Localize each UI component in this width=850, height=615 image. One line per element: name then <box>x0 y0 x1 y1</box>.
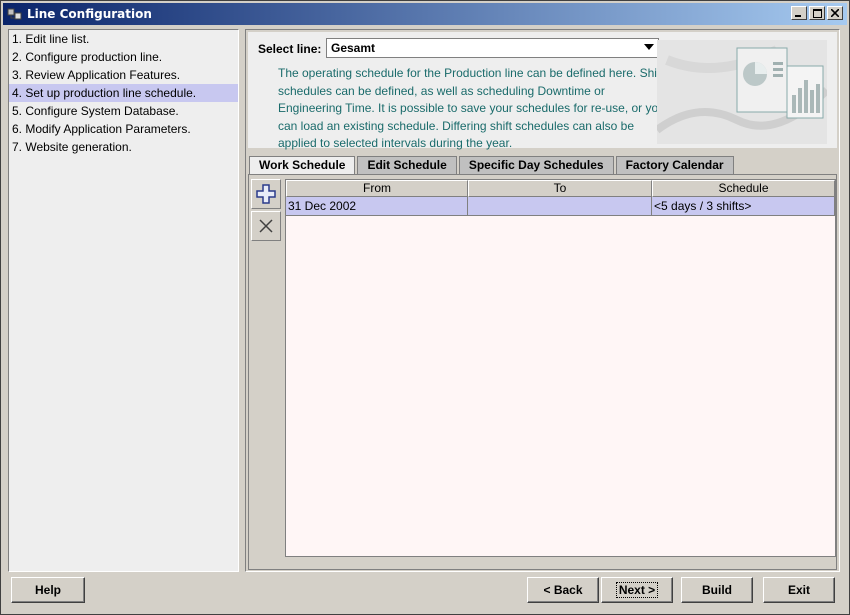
minimize-button[interactable] <box>791 6 807 20</box>
tab-factory-calendar[interactable]: Factory Calendar <box>615 156 734 174</box>
minimize-icon <box>795 15 801 17</box>
delete-schedule-button[interactable] <box>251 211 281 241</box>
sidebar-item-edit-line-list[interactable]: 1. Edit line list. <box>9 30 238 48</box>
header-panel: Select line: Gesamt The operating schedu… <box>248 32 837 150</box>
add-schedule-button[interactable] <box>251 179 281 209</box>
button-bar: Help < Back Next > Build Exit <box>8 577 840 607</box>
tab-edit-schedule[interactable]: Edit Schedule <box>357 156 457 174</box>
tab-content: From To Schedule 31 Dec 2002 <5 days / 3… <box>248 174 837 570</box>
back-button[interactable]: < Back <box>527 577 599 603</box>
window-title: Line Configuration <box>27 7 152 21</box>
build-button[interactable]: Build <box>681 577 753 603</box>
exit-button[interactable]: Exit <box>763 577 835 603</box>
next-button-label: Next > <box>615 582 659 598</box>
column-header-from[interactable]: From <box>286 180 468 197</box>
chevron-down-icon <box>644 44 654 50</box>
sidebar-item-schedule[interactable]: 4. Set up production line schedule. <box>9 84 238 102</box>
line-select[interactable]: Gesamt <box>326 38 659 58</box>
cell-from[interactable]: 31 Dec 2002 <box>286 197 468 216</box>
sidebar-item-configure-production-line[interactable]: 2. Configure production line. <box>9 48 238 66</box>
close-icon <box>831 9 839 17</box>
chart-illustration <box>657 40 827 144</box>
schedule-toolbar <box>251 179 283 243</box>
description-text: The operating schedule for the Productio… <box>278 66 665 150</box>
sidebar-item-database[interactable]: 5. Configure System Database. <box>9 102 238 120</box>
tab-specific-day-schedules[interactable]: Specific Day Schedules <box>458 156 614 174</box>
column-header-schedule[interactable]: Schedule <box>652 180 835 197</box>
schedule-table: From To Schedule 31 Dec 2002 <5 days / 3… <box>285 179 836 557</box>
sidebar-item-website[interactable]: 7. Website generation. <box>9 138 238 156</box>
line-select-value: Gesamt <box>331 41 376 55</box>
sidebar-item-review-features[interactable]: 3. Review Application Features. <box>9 66 238 84</box>
maximize-button[interactable] <box>809 6 825 20</box>
maximize-icon <box>812 8 822 18</box>
select-line-label: Select line: <box>258 42 322 56</box>
cell-to[interactable] <box>468 197 652 216</box>
table-header: From To Schedule <box>286 180 835 197</box>
tab-work-schedule[interactable]: Work Schedule <box>249 156 356 175</box>
help-button[interactable]: Help <box>11 577 85 603</box>
sidebar-item-parameters[interactable]: 6. Modify Application Parameters. <box>9 120 238 138</box>
delete-icon <box>259 219 273 233</box>
plus-icon <box>256 184 276 204</box>
next-button[interactable]: Next > <box>601 577 673 603</box>
app-icon <box>7 8 22 20</box>
title-bar: Line Configuration <box>3 3 847 25</box>
main-panel: Select line: Gesamt The operating schedu… <box>245 29 840 572</box>
column-header-to[interactable]: To <box>468 180 652 197</box>
window: Line Configuration 1. Edit line list. 2.… <box>0 0 850 615</box>
table-row[interactable]: 31 Dec 2002 <5 days / 3 shifts> <box>286 197 835 216</box>
cell-schedule[interactable]: <5 days / 3 shifts> <box>652 197 835 216</box>
step-list: 1. Edit line list. 2. Configure producti… <box>8 29 239 572</box>
tab-bar: Work Schedule Edit Schedule Specific Day… <box>249 156 736 175</box>
close-button[interactable] <box>827 6 843 20</box>
